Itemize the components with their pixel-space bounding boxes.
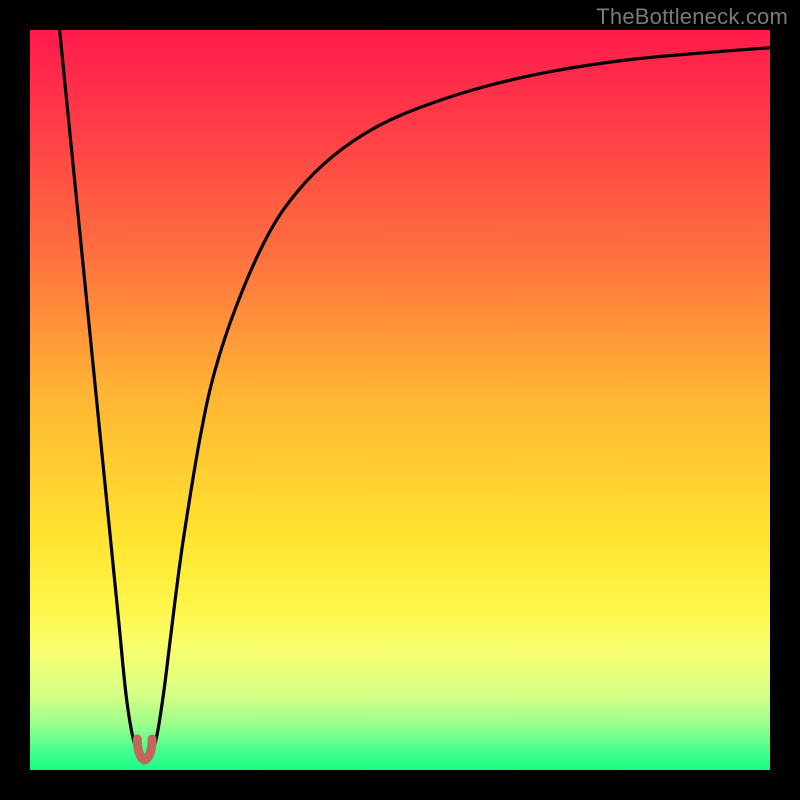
bottleneck-chart [30, 30, 770, 770]
watermark-text: TheBottleneck.com [596, 4, 788, 30]
chart-frame: TheBottleneck.com [0, 0, 800, 800]
plot-area [30, 30, 770, 770]
gradient-background [30, 30, 770, 770]
